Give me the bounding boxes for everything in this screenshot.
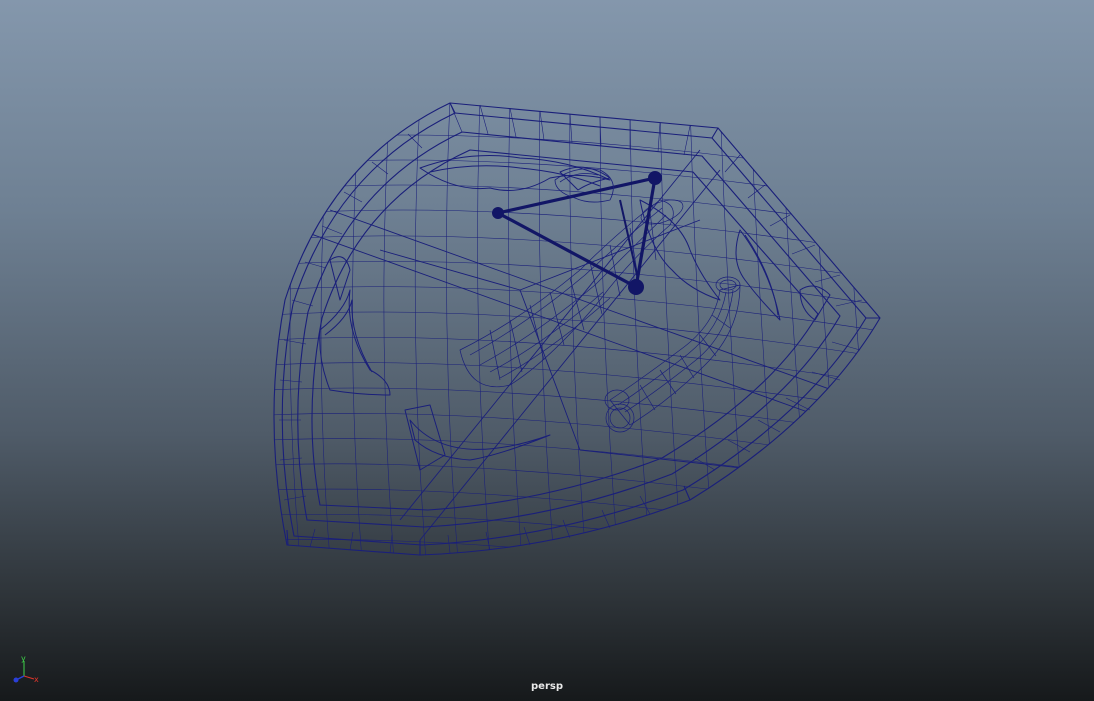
wire-grid (273, 103, 881, 555)
y-axis-label: y (21, 654, 26, 663)
shield-wireframe-mesh[interactable] (0, 0, 1094, 701)
rim-segments (279, 102, 863, 554)
decorative-cutouts (319, 155, 831, 471)
x-axis-line (23, 675, 35, 680)
camera-name-label: persp (531, 681, 563, 692)
3d-viewport[interactable]: y x persp (0, 0, 1094, 701)
sword-blade (459, 199, 684, 388)
